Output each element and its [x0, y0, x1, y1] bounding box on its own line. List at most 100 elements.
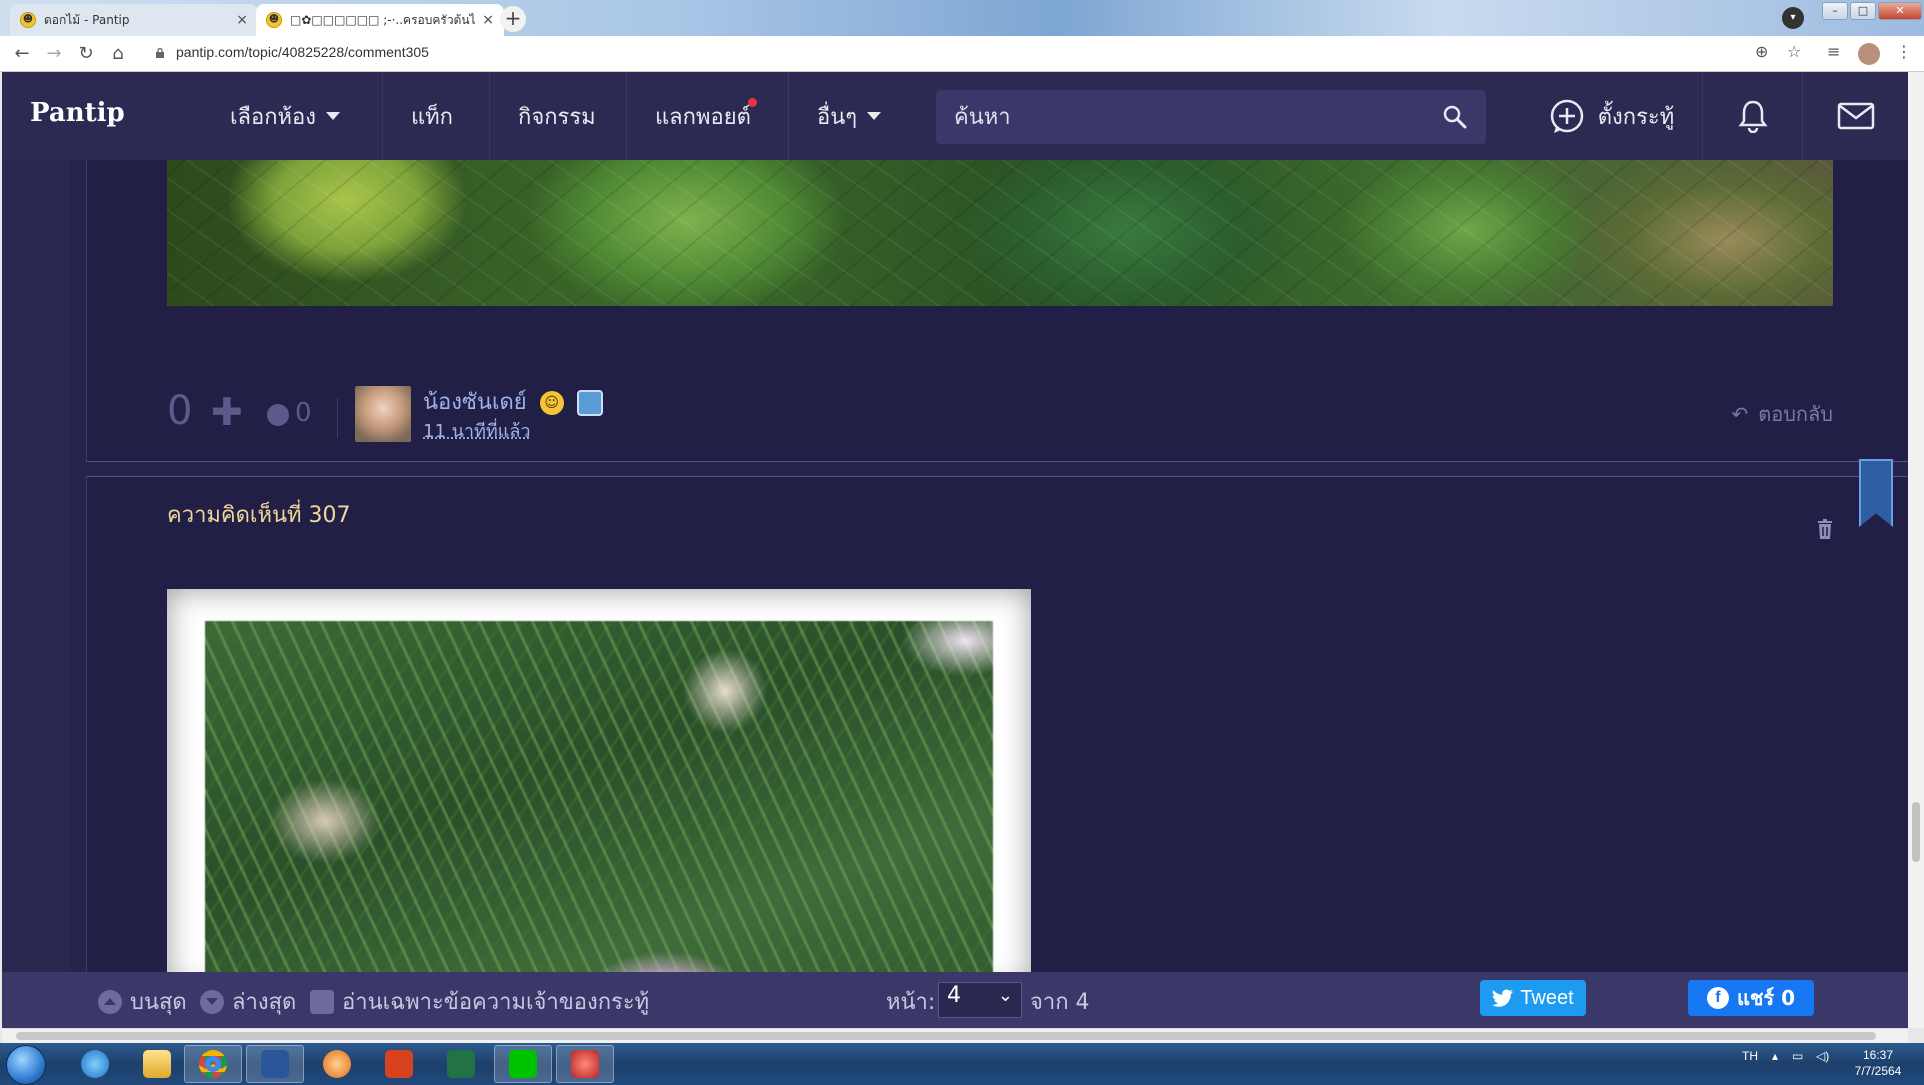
excel-icon: [447, 1050, 475, 1078]
nav-choose-room[interactable]: เลือกห้อง: [202, 72, 368, 160]
search-box: [936, 90, 1486, 144]
browser-tab-strip: ☻ ดอกไม้ - Pantip × ☻ □✿□□□□□□ ;-·..ครอบ…: [0, 0, 1924, 36]
notifications-button[interactable]: [1702, 72, 1802, 160]
nav-label: แลกพอยต์: [655, 104, 751, 130]
reply-button[interactable]: ↶ ตอบกลับ: [1731, 398, 1833, 430]
network-icon[interactable]: ▭: [1792, 1049, 1803, 1063]
reply-label: ตอบกลับ: [1758, 402, 1833, 426]
pantip-favicon-icon: ☻: [20, 12, 36, 28]
language-indicator[interactable]: TH: [1742, 1049, 1758, 1063]
left-gutter: [2, 160, 70, 1028]
scroll-top-label: บนสุด: [130, 990, 187, 1015]
volume-icon[interactable]: ◁): [1816, 1049, 1829, 1063]
search-input[interactable]: [954, 99, 1424, 135]
taskbar-media-player[interactable]: [308, 1045, 366, 1083]
pantip-logo[interactable]: Pantip: [30, 98, 125, 128]
tab-search-icon[interactable]: ▾: [1782, 7, 1804, 29]
scroll-thumb[interactable]: [16, 1032, 1876, 1040]
url-field[interactable]: pantip.com/topic/40825228/comment305: [176, 44, 429, 60]
add-topic-icon: [1550, 99, 1583, 133]
trash-icon[interactable]: [1817, 519, 1833, 539]
bookmark-star-icon[interactable]: ☆: [1787, 42, 1801, 61]
taskbar-explorer[interactable]: [128, 1045, 186, 1083]
clock-date: 7/7/2564: [1854, 1064, 1902, 1078]
window-close-icon[interactable]: ✕: [1878, 2, 1922, 20]
mail-icon: [1837, 102, 1874, 130]
zoom-icon[interactable]: ⊕: [1755, 42, 1768, 61]
media-player-icon: [323, 1050, 351, 1078]
taskbar-app-other[interactable]: [556, 1045, 614, 1083]
tab-title: ดอกไม้ - Pantip: [44, 12, 130, 27]
browser-tab-current[interactable]: ☻ □✿□□□□□□ ;-·..ครอบครัวต้นไม้กระ ×: [256, 4, 504, 36]
facebook-share-button[interactable]: f แชร์ 0: [1688, 980, 1814, 1016]
app-swirl-icon: [571, 1050, 599, 1078]
vertical-scrollbar[interactable]: [1908, 72, 1924, 1028]
bottom-toolbar: บนสุด ล่างสุด อ่านเฉพาะข้อความเจ้าของกระ…: [2, 972, 1908, 1028]
nav-redeem-points[interactable]: แลกพอยต์: [626, 72, 779, 160]
comment-footer: 0 ✚ 0 น้องซันเดย์ ☺ 11 นาทีที่แล้ว ↶ ตอบก…: [167, 380, 1833, 442]
username-link[interactable]: น้องซันเดย์: [423, 390, 527, 415]
taskbar-clock[interactable]: 16:37 7/7/2564: [1846, 1047, 1910, 1079]
comment-photo-flowers[interactable]: [205, 621, 993, 1021]
vote-count: 0: [167, 388, 193, 434]
back-icon[interactable]: ←: [10, 42, 34, 66]
nav-more[interactable]: อื่นๆ: [788, 72, 909, 160]
reading-list-icon[interactable]: ≡: [1827, 42, 1840, 61]
tray-expand-icon[interactable]: ▴: [1772, 1049, 1778, 1063]
tab-close-icon[interactable]: ×: [482, 12, 494, 28]
comment-photo-leaves[interactable]: [167, 160, 1833, 306]
create-topic-button[interactable]: ตั้งกระทู้: [1520, 72, 1702, 160]
window-controls: – □ ✕: [1822, 2, 1922, 20]
tab-title: □✿□□□□□□ ;-·..ครอบครัวต้นไม้กระ: [290, 12, 476, 27]
taskbar-excel[interactable]: [432, 1045, 490, 1083]
page-select[interactable]: 4 ⌄: [938, 982, 1022, 1018]
scroll-thumb[interactable]: [1912, 802, 1920, 862]
comment-card-prev: 0 ✚ 0 น้องซันเดย์ ☺ 11 นาทีที่แล้ว ↶ ตอบก…: [86, 160, 1908, 462]
owner-avatar-icon: [310, 989, 334, 1014]
comment-time[interactable]: 11 นาทีที่แล้ว: [423, 416, 531, 445]
taskbar-app-red[interactable]: [370, 1045, 428, 1083]
taskbar-word[interactable]: [246, 1045, 304, 1083]
nav-activities[interactable]: กิจกรรม: [489, 72, 624, 160]
taskbar-ie[interactable]: [66, 1045, 124, 1083]
profile-avatar[interactable]: [1858, 43, 1880, 65]
scroll-top-button[interactable]: บนสุด: [98, 984, 187, 1019]
comment-card-307: ความคิดเห็นที่ 307: [86, 459, 1908, 1028]
address-bar-row: ← → ↻ ⌂ pantip.com/topic/40825228/commen…: [0, 36, 1924, 72]
owner-only-label: อ่านเฉพาะข้อความเจ้าของกระทู้: [342, 990, 650, 1015]
emotion-icon[interactable]: [267, 404, 289, 426]
start-button[interactable]: [6, 1045, 46, 1085]
tab-close-icon[interactable]: ×: [236, 12, 248, 28]
bookmark-ribbon-icon[interactable]: [1859, 459, 1893, 527]
comment-photo-frame: [167, 589, 1031, 1021]
share-label: แชร์ 0: [1736, 986, 1796, 1010]
avatar[interactable]: [355, 386, 411, 442]
chevron-down-icon: [326, 112, 340, 120]
browser-tab-flowers[interactable]: ☻ ดอกไม้ - Pantip ×: [10, 4, 258, 36]
owner-only-button[interactable]: อ่านเฉพาะข้อความเจ้าของกระทู้: [310, 984, 649, 1019]
minimize-icon[interactable]: –: [1822, 2, 1848, 20]
scroll-bottom-button[interactable]: ล่างสุด: [200, 984, 296, 1019]
reload-icon[interactable]: ↻: [74, 42, 98, 66]
taskbar-line[interactable]: [494, 1045, 552, 1083]
search-icon[interactable]: [1442, 104, 1468, 130]
lock-icon[interactable]: [155, 48, 165, 58]
messages-button[interactable]: [1802, 72, 1908, 160]
folder-icon: [143, 1050, 171, 1078]
twitter-bird-icon: [1492, 989, 1514, 1007]
browser-menu-icon[interactable]: ⋮: [1896, 42, 1912, 61]
tweet-button[interactable]: Tweet: [1480, 980, 1586, 1016]
taskbar-chrome[interactable]: [184, 1045, 242, 1083]
forward-icon[interactable]: →: [42, 42, 66, 66]
maximize-icon[interactable]: □: [1850, 2, 1876, 20]
horizontal-scrollbar[interactable]: [2, 1028, 1908, 1043]
scroll-bottom-label: ล่างสุด: [232, 990, 297, 1015]
comment-title: ความคิดเห็นที่ 307: [167, 503, 351, 528]
reply-arrow-icon: ↶: [1731, 402, 1749, 426]
new-tab-button[interactable]: +: [500, 6, 526, 32]
home-icon[interactable]: ⌂: [106, 42, 130, 66]
nav-label: อื่นๆ: [817, 104, 858, 130]
page-label: หน้า:: [886, 990, 936, 1015]
plus-vote-icon[interactable]: ✚: [211, 390, 243, 434]
nav-tags[interactable]: แท็ก: [382, 72, 481, 160]
